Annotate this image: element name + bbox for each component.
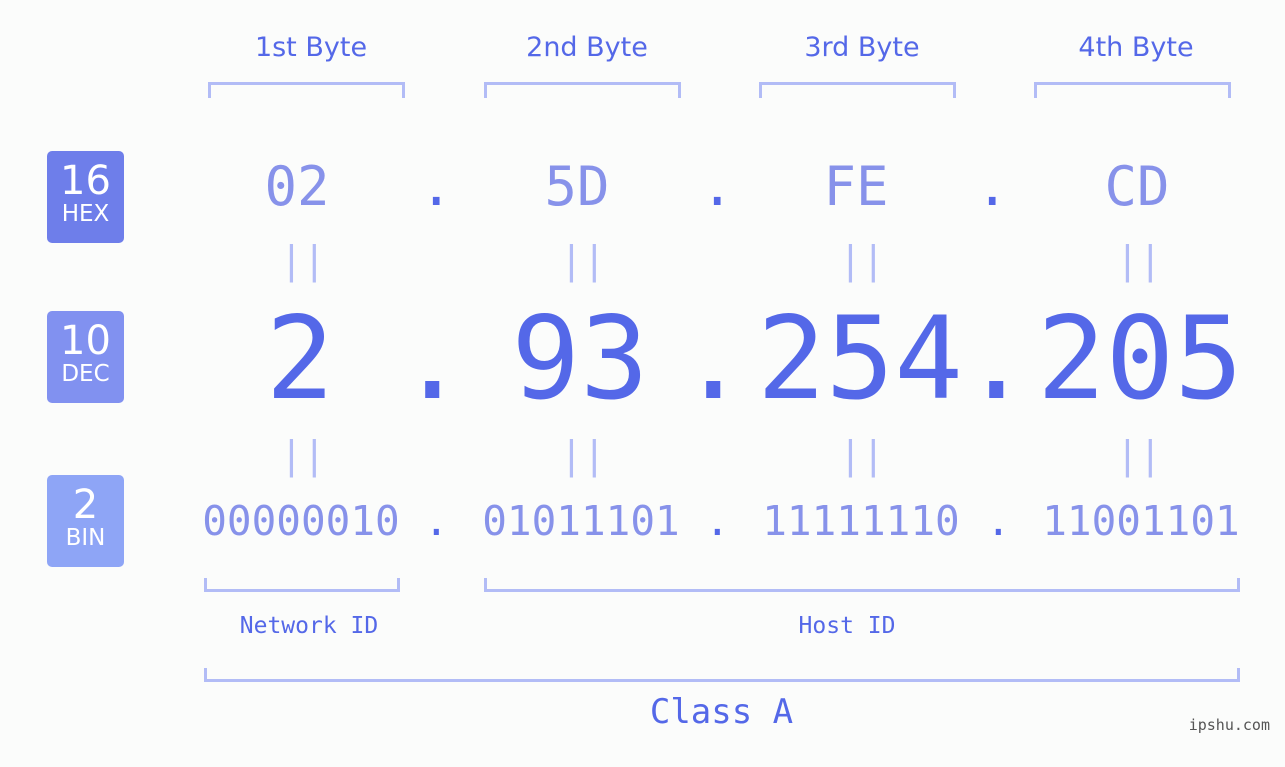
network-id-bracket: [204, 578, 400, 592]
hex-byte-4: CD: [1104, 155, 1170, 218]
hex-byte-2: 5D: [544, 155, 610, 218]
hex-byte-3: FE: [823, 155, 889, 218]
byte-bracket-1: [208, 82, 405, 98]
byte-bracket-3: [759, 82, 956, 98]
host-id-label: Host ID: [798, 613, 896, 639]
bin-byte-2: 01011101: [482, 497, 680, 545]
bin-byte-3: 11111110: [762, 497, 960, 545]
equals-sign: ||: [839, 433, 885, 477]
equals-sign: ||: [560, 433, 606, 477]
bin-base-number: 2: [72, 482, 99, 528]
hex-separator: .: [976, 155, 1009, 218]
dec-badge: 10 DEC: [47, 311, 124, 403]
hex-separator: .: [420, 155, 453, 218]
byte-bracket-4: [1034, 82, 1231, 98]
byte-header-2: 2nd Byte: [526, 32, 648, 63]
hex-base-number: 16: [60, 158, 111, 204]
bin-badge: 2 BIN: [47, 475, 124, 567]
watermark: ipshu.com: [1188, 716, 1270, 734]
class-label: Class A: [649, 692, 794, 732]
network-id-label: Network ID: [239, 613, 379, 639]
equals-sign: ||: [1116, 433, 1162, 477]
dec-base-number: 10: [60, 318, 111, 364]
byte-header-1: 1st Byte: [254, 32, 368, 63]
class-bracket: [204, 668, 1240, 682]
bin-base-label: BIN: [65, 525, 106, 551]
equals-sign: ||: [1116, 238, 1162, 282]
bin-separator: .: [705, 497, 730, 545]
bin-separator: .: [424, 497, 449, 545]
equals-sign: ||: [280, 433, 326, 477]
dec-base-label: DEC: [61, 361, 110, 387]
bin-separator: .: [986, 497, 1011, 545]
hex-base-label: HEX: [61, 201, 110, 227]
dec-byte-2: 93: [511, 292, 649, 425]
equals-sign: ||: [560, 238, 606, 282]
host-id-bracket: [484, 578, 1240, 592]
byte-bracket-2: [484, 82, 681, 98]
byte-header-4: 4th Byte: [1078, 32, 1194, 63]
bin-byte-1: 00000010: [202, 497, 400, 545]
equals-sign: ||: [839, 238, 885, 282]
byte-header-3: 3rd Byte: [804, 32, 920, 63]
bin-byte-4: 11001101: [1042, 497, 1240, 545]
dec-byte-4: 205: [1037, 292, 1243, 425]
hex-badge: 16 HEX: [47, 151, 124, 243]
hex-separator: .: [701, 155, 734, 218]
equals-sign: ||: [280, 238, 326, 282]
dec-byte-1: 2: [265, 292, 335, 425]
dec-byte-3: 254: [757, 292, 963, 425]
hex-byte-1: 02: [264, 155, 330, 218]
